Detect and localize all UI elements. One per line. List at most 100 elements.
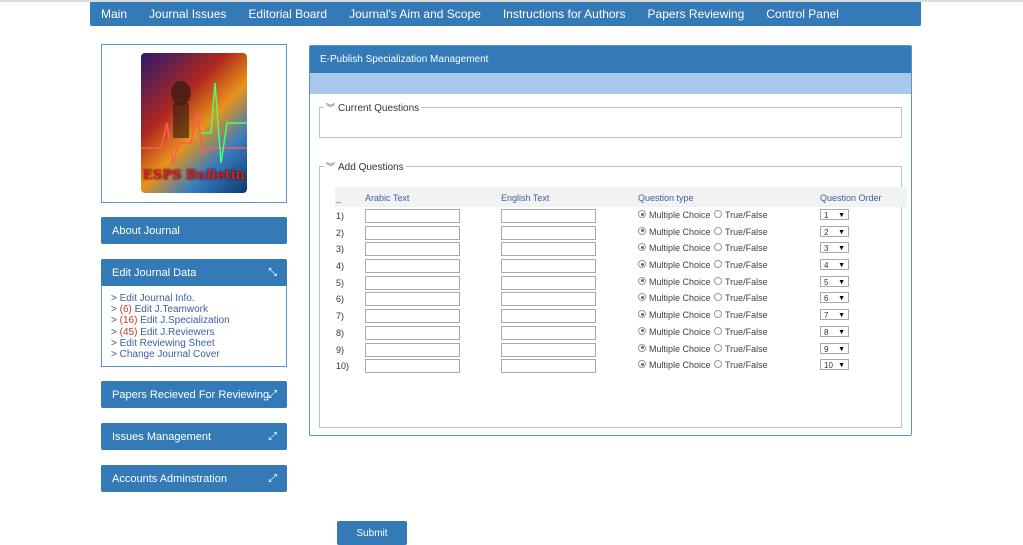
true-false-radio[interactable] xyxy=(714,360,722,369)
dropdown-arrow-icon: ▼ xyxy=(838,362,845,370)
row-number: 3) xyxy=(336,244,345,255)
panel-title: E-Publish Specialization Management xyxy=(320,54,489,65)
true-false-radio[interactable] xyxy=(714,343,722,352)
multiple-choice-radio[interactable] xyxy=(638,326,646,335)
multiple-choice-label: Multiple Choice xyxy=(649,243,711,254)
question-order-select[interactable]: 7 ▼ xyxy=(820,309,849,321)
specialization-panel: E-Publish Specialization Management ︾ Cur… xyxy=(309,45,912,545)
nav-instructions-authors[interactable]: Instructions for Authors xyxy=(503,7,626,21)
nav-main[interactable]: Main xyxy=(101,7,127,21)
english-text-input[interactable] xyxy=(501,309,596,324)
arabic-text-input[interactable] xyxy=(365,359,460,374)
english-text-input[interactable] xyxy=(501,342,596,357)
nav-papers-reviewing[interactable]: Papers Reviewing xyxy=(648,7,745,21)
question-order-select[interactable]: 9 ▼ xyxy=(820,342,849,354)
english-text-input[interactable] xyxy=(501,359,596,374)
add-questions-legend[interactable]: ︾ Add Questions xyxy=(324,160,406,173)
multiple-choice-radio[interactable] xyxy=(638,243,646,252)
english-text-input[interactable] xyxy=(501,242,596,257)
table-row: 4) Multiple Choice True/False 4 ▼ xyxy=(335,257,907,274)
journal-cover-image: ESPS Bulletin xyxy=(141,53,247,193)
true-false-radio[interactable] xyxy=(714,276,722,285)
link-change-cover[interactable]: > Change Journal Cover xyxy=(111,349,230,360)
question-order-select[interactable]: 5 ▼ xyxy=(820,275,849,287)
link-edit-journal-info[interactable]: > Edit Journal Info. xyxy=(111,293,230,304)
double-chevron-down-icon: ︾ xyxy=(326,162,336,172)
arabic-text-input[interactable] xyxy=(365,259,460,274)
true-false-radio[interactable] xyxy=(714,226,722,235)
english-text-input[interactable] xyxy=(501,292,596,307)
question-order-select[interactable]: 4 ▼ xyxy=(820,259,849,271)
true-false-radio[interactable] xyxy=(714,260,722,269)
question-order-select[interactable]: 10 ▼ xyxy=(820,359,849,371)
multiple-choice-radio[interactable] xyxy=(638,260,646,269)
expand-icon[interactable]: ⤢ xyxy=(268,472,277,485)
multiple-choice-radio[interactable] xyxy=(638,276,646,285)
edit-journal-data-panel[interactable]: Edit Journal Data ⤡ xyxy=(101,259,287,286)
collapse-icon[interactable]: ⤡ xyxy=(268,266,277,279)
table-row: 5) Multiple Choice True/False 5 ▼ xyxy=(335,274,907,291)
english-text-input[interactable] xyxy=(501,225,596,240)
multiple-choice-label: Multiple Choice xyxy=(649,360,711,371)
submit-button[interactable]: Submit xyxy=(337,521,407,545)
nav-control-panel[interactable]: Control Panel xyxy=(766,7,839,21)
multiple-choice-radio[interactable] xyxy=(638,310,646,319)
link-edit-teamwork[interactable]: > (6) Edit J.Teamwork xyxy=(111,304,230,315)
true-false-label: True/False xyxy=(725,243,768,254)
row-number: 6) xyxy=(336,294,345,305)
table-row: 8) Multiple Choice True/False 8 ▼ xyxy=(335,324,907,341)
english-text-input[interactable] xyxy=(501,259,596,274)
row-number: 5) xyxy=(336,277,345,288)
link-edit-reviewing-sheet[interactable]: > Edit Reviewing Sheet xyxy=(111,338,230,349)
true-false-radio[interactable] xyxy=(714,310,722,319)
multiple-choice-label: Multiple Choice xyxy=(649,276,711,287)
col-order: Question Order xyxy=(820,193,882,203)
nav-journal-issues[interactable]: Journal Issues xyxy=(149,7,226,21)
question-order-select[interactable]: 2 ▼ xyxy=(820,225,849,237)
multiple-choice-radio[interactable] xyxy=(638,210,646,218)
multiple-choice-label: Multiple Choice xyxy=(649,343,711,354)
true-false-radio[interactable] xyxy=(714,243,722,252)
question-order-select[interactable]: 8 ▼ xyxy=(820,325,849,337)
add-questions-fieldset: ︾ Add Questions _ Arabic Text English Tex… xyxy=(319,160,907,545)
multiple-choice-radio[interactable] xyxy=(638,343,646,352)
true-false-label: True/False xyxy=(725,310,768,321)
papers-reviewing-panel[interactable]: Papers Recieved For Reviewing ⤢ xyxy=(101,381,287,408)
row-number: 1) xyxy=(336,211,345,221)
expand-icon[interactable]: ⤢ xyxy=(268,388,277,401)
nav-editorial-board[interactable]: Editorial Board xyxy=(248,7,327,21)
issues-management-panel[interactable]: Issues Management ⤢ xyxy=(101,423,287,450)
arabic-text-input[interactable] xyxy=(365,309,460,324)
question-order-select[interactable]: 1 ▼ xyxy=(820,209,849,220)
current-questions-legend[interactable]: ︾ Current Questions xyxy=(324,101,421,114)
arabic-text-input[interactable] xyxy=(365,292,460,307)
multiple-choice-label: Multiple Choice xyxy=(649,260,711,271)
multiple-choice-radio[interactable] xyxy=(638,293,646,302)
accounts-admin-panel[interactable]: Accounts Adminstration ⤢ xyxy=(101,465,287,492)
row-number: 10) xyxy=(336,361,350,372)
expand-icon[interactable]: ⤢ xyxy=(268,430,277,443)
arabic-text-input[interactable] xyxy=(365,342,460,357)
arabic-text-input[interactable] xyxy=(365,325,460,340)
dropdown-arrow-icon: ▼ xyxy=(838,345,845,353)
link-edit-reviewers[interactable]: > (45) Edit J.Reviewers xyxy=(111,327,230,338)
arabic-text-input[interactable] xyxy=(365,275,460,290)
true-false-radio[interactable] xyxy=(714,326,722,335)
question-order-select[interactable]: 6 ▼ xyxy=(820,292,849,304)
english-text-input[interactable] xyxy=(501,209,596,223)
multiple-choice-radio[interactable] xyxy=(638,226,646,235)
true-false-radio[interactable] xyxy=(714,293,722,302)
about-journal-panel[interactable]: About Journal xyxy=(101,217,287,244)
english-text-input[interactable] xyxy=(501,275,596,290)
arabic-text-input[interactable] xyxy=(365,242,460,257)
question-order-select[interactable]: 3 ▼ xyxy=(820,242,849,254)
english-text-input[interactable] xyxy=(501,325,596,340)
dropdown-arrow-icon: ▼ xyxy=(838,312,845,320)
link-edit-specialization[interactable]: > (16) Edit J.Specialization xyxy=(111,315,230,326)
arabic-text-input[interactable] xyxy=(365,225,460,240)
arabic-text-input[interactable] xyxy=(365,209,460,223)
table-row: 1) Multiple Choice True/False 1 ▼ xyxy=(335,207,907,224)
multiple-choice-radio[interactable] xyxy=(638,360,646,369)
true-false-radio[interactable] xyxy=(714,210,722,218)
nav-aim-scope[interactable]: Journal's Aim and Scope xyxy=(349,7,481,21)
